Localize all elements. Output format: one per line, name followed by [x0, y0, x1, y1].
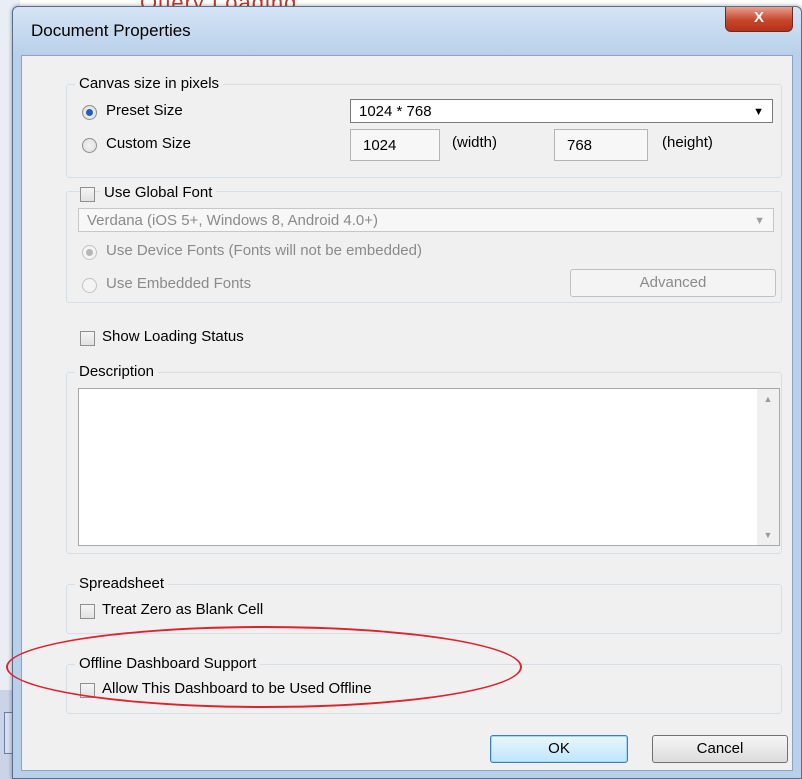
- height-input[interactable]: 768: [554, 129, 648, 161]
- preset-size-radio[interactable]: [82, 105, 97, 120]
- chevron-down-icon: ▼: [754, 215, 765, 227]
- allow-offline-checkbox[interactable]: [80, 683, 95, 698]
- dialog-title: Document Properties: [31, 21, 191, 40]
- document-properties-dialog: Document Properties X Canvas size in pix…: [12, 6, 802, 779]
- device-fonts-radio[interactable]: [82, 245, 97, 260]
- width-input[interactable]: 1024: [350, 129, 440, 161]
- allow-offline-label[interactable]: Allow This Dashboard to be Used Offline: [102, 680, 372, 697]
- description-scrollbar[interactable]: ▲ ▼: [757, 389, 779, 545]
- chevron-down-icon: ▼: [753, 106, 764, 118]
- height-unit-label: (height): [662, 134, 713, 151]
- preset-size-value: 1024 * 768: [359, 103, 432, 120]
- embedded-fonts-label[interactable]: Use Embedded Fonts: [106, 275, 251, 292]
- description-textarea[interactable]: ▲ ▼: [78, 388, 780, 546]
- use-global-font-checkbox[interactable]: [80, 187, 95, 202]
- treat-zero-blank-label[interactable]: Treat Zero as Blank Cell: [102, 601, 263, 618]
- offline-support-legend: Offline Dashboard Support: [75, 655, 261, 672]
- global-font-value: Verdana (iOS 5+, Windows 8, Android 4.0+…: [87, 212, 378, 229]
- ok-button[interactable]: OK: [490, 735, 628, 763]
- preset-size-select[interactable]: 1024 * 768 ▼: [350, 99, 773, 123]
- advanced-button[interactable]: Advanced: [570, 269, 776, 297]
- canvas-size-legend: Canvas size in pixels: [75, 75, 224, 92]
- custom-size-radio[interactable]: [82, 138, 97, 153]
- embedded-fonts-radio[interactable]: [82, 278, 97, 293]
- global-font-select[interactable]: Verdana (iOS 5+, Windows 8, Android 4.0+…: [78, 208, 774, 232]
- preset-size-label[interactable]: Preset Size: [106, 102, 183, 119]
- show-loading-status-checkbox[interactable]: [80, 331, 95, 346]
- width-unit-label: (width): [452, 134, 498, 151]
- description-legend: Description: [75, 363, 159, 380]
- use-global-font-label[interactable]: Use Global Font: [100, 184, 217, 201]
- scroll-up-icon[interactable]: ▲: [757, 389, 779, 409]
- custom-size-label[interactable]: Custom Size: [106, 135, 191, 152]
- scroll-down-icon[interactable]: ▼: [757, 525, 779, 545]
- show-loading-status-label[interactable]: Show Loading Status: [102, 328, 244, 345]
- cancel-button[interactable]: Cancel: [652, 735, 788, 763]
- spreadsheet-legend: Spreadsheet: [75, 575, 169, 592]
- close-button[interactable]: X: [725, 7, 793, 32]
- treat-zero-blank-checkbox[interactable]: [80, 604, 95, 619]
- dialog-body: Canvas size in pixels Preset Size 1024 *…: [21, 55, 793, 771]
- device-fonts-label[interactable]: Use Device Fonts (Fonts will not be embe…: [106, 242, 422, 259]
- title-bar[interactable]: Document Properties X: [13, 7, 801, 55]
